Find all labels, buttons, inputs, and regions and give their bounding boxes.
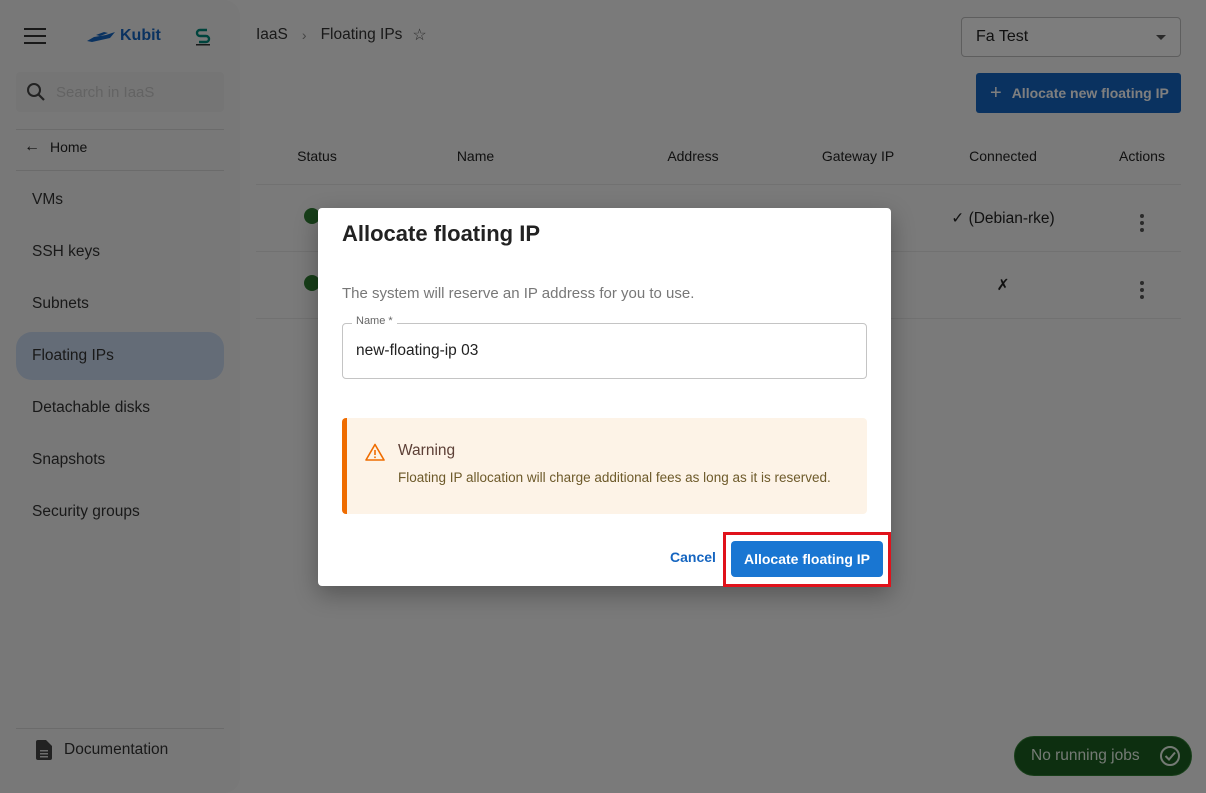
warning-icon <box>365 443 385 461</box>
allocate-floating-ip-dialog: Allocate floating IP The system will res… <box>318 208 891 587</box>
warning-alert: Warning Floating IP allocation will char… <box>342 418 867 514</box>
name-field[interactable]: Name * <box>342 315 867 379</box>
cancel-button[interactable]: Cancel <box>670 549 716 565</box>
dialog-description: The system will reserve an IP address fo… <box>342 285 695 302</box>
dialog-title: Allocate floating IP <box>342 221 541 246</box>
allocate-floating-ip-button[interactable]: Allocate floating IP <box>731 541 883 577</box>
name-input[interactable] <box>343 324 866 378</box>
name-field-label: Name * <box>352 315 397 327</box>
warning-body: Floating IP allocation will charge addit… <box>398 470 831 485</box>
warning-title: Warning <box>398 442 456 459</box>
